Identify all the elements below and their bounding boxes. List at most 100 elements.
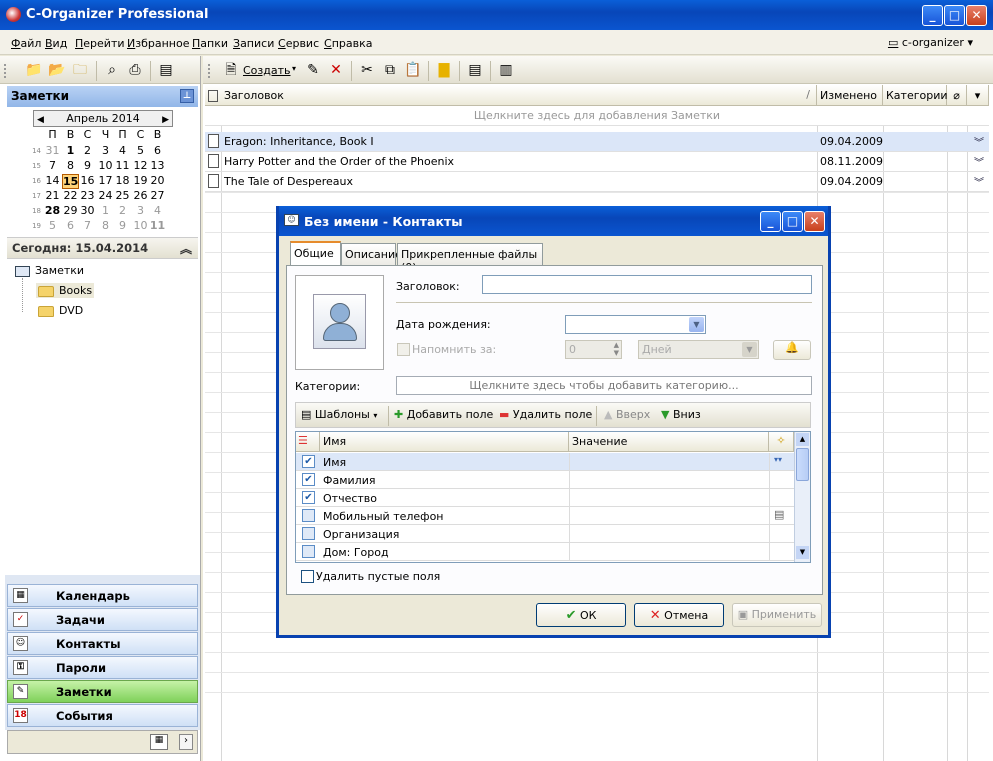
spinner-icon[interactable]: ▲ ▼: [614, 341, 619, 357]
calendar-day[interactable]: 20: [149, 174, 166, 187]
profile-selector[interactable]: ▭ c-organizer ▾: [888, 36, 973, 49]
minimize-button[interactable]: _: [922, 5, 943, 26]
calendar-day[interactable]: 16: [79, 174, 96, 187]
calendar-day[interactable]: 2: [79, 144, 96, 157]
calendar-day[interactable]: 7: [44, 159, 61, 172]
menu-help[interactable]: Справка: [324, 37, 372, 50]
view-options-icon[interactable]: ▥: [497, 61, 515, 79]
tree-item-books[interactable]: Books: [36, 283, 95, 298]
calendar-day[interactable]: 23: [79, 189, 96, 202]
calendar-day[interactable]: 2: [114, 204, 131, 217]
menu-file[interactable]: Файл: [11, 37, 41, 50]
sticky-note-icon[interactable]: ▇: [435, 61, 453, 79]
calendar-day[interactable]: 27: [149, 189, 166, 202]
calendar-day[interactable]: 3: [97, 144, 114, 157]
title-input[interactable]: [482, 275, 812, 294]
scroll-down-icon[interactable]: ▼: [796, 546, 809, 559]
fields-header-name[interactable]: Имя: [320, 432, 569, 452]
calendar-day[interactable]: 4: [114, 144, 131, 157]
tree-item-dvd[interactable]: DVD: [38, 304, 83, 317]
column-header-attachments[interactable]: ⌀: [947, 85, 967, 106]
scroll-thumb[interactable]: [796, 448, 809, 481]
delete-empty-checkbox[interactable]: [301, 570, 314, 583]
calendar-day[interactable]: 25: [114, 189, 131, 202]
field-row[interactable]: ✔ Имя ▾▾: [296, 453, 794, 471]
calendar-day[interactable]: 21: [44, 189, 61, 202]
field-row[interactable]: Мобильный телефон ▤: [296, 507, 794, 525]
field-row[interactable]: Дом: Город: [296, 543, 794, 561]
maximize-button[interactable]: □: [944, 5, 965, 26]
dialog-close-button[interactable]: ✕: [804, 211, 825, 232]
expand-nav-icon[interactable]: ›: [179, 734, 193, 750]
field-row[interactable]: ✔ Фамилия: [296, 471, 794, 489]
chevron-down-icon[interactable]: ▼: [689, 317, 704, 332]
menu-service[interactable]: Сервис: [278, 37, 319, 50]
configure-nav-icon[interactable]: ▦: [150, 734, 168, 750]
field-value-cell[interactable]: [570, 489, 769, 507]
field-checkbox[interactable]: ✔: [302, 473, 315, 486]
field-value-cell[interactable]: [570, 507, 769, 525]
calendar-day[interactable]: 22: [62, 189, 79, 202]
field-checkbox[interactable]: ✔: [302, 455, 315, 468]
fields-scrollbar[interactable]: ▲ ▼: [794, 432, 810, 562]
calendar-day[interactable]: 18: [114, 174, 131, 187]
calendar-day[interactable]: 10: [97, 159, 114, 172]
menu-go[interactable]: Перейти: [75, 37, 125, 50]
column-header-title[interactable]: Заголовок /: [205, 85, 817, 106]
calendar-day[interactable]: 1: [62, 144, 79, 157]
nav-tasks[interactable]: ✓ Задачи: [7, 608, 198, 631]
today-bar[interactable]: Сегодня: 15.04.2014 ︽: [7, 237, 198, 259]
calendar-day[interactable]: 8: [62, 159, 79, 172]
calendar-day[interactable]: 28: [44, 204, 61, 217]
field-checkbox[interactable]: ✔: [302, 491, 315, 504]
remove-field-button[interactable]: ▬ Удалить поле: [499, 408, 592, 421]
calendar-day[interactable]: 6: [149, 144, 166, 157]
field-checkbox[interactable]: [302, 509, 315, 522]
calendar-day[interactable]: 12: [132, 159, 149, 172]
calendar-day[interactable]: 5: [132, 144, 149, 157]
close-button[interactable]: ✕: [966, 5, 987, 26]
remind-checkbox[interactable]: [397, 343, 410, 356]
field-value-cell[interactable]: [570, 543, 769, 561]
expand-row-icon[interactable]: ︾: [974, 154, 984, 169]
templates-button[interactable]: ▤ Шаблоны ▾: [301, 408, 377, 421]
expand-row-icon[interactable]: ︾: [974, 134, 984, 149]
calendar-day[interactable]: 14: [44, 174, 61, 187]
phone-book-icon[interactable]: ▤: [774, 508, 784, 521]
collapse-icon[interactable]: ︽: [180, 240, 192, 257]
tab-attachments[interactable]: Прикрепленные файлы (0): [397, 243, 543, 274]
field-row[interactable]: Организация: [296, 525, 794, 543]
calendar-day[interactable]: 9: [114, 219, 131, 232]
nav-passwords[interactable]: ⚿ Пароли: [7, 656, 198, 679]
move-down-button[interactable]: ▼ Вниз: [661, 408, 701, 421]
calendar-day[interactable]: 11: [149, 219, 166, 232]
calendar-day[interactable]: 4: [149, 204, 166, 217]
note-row[interactable]: Eragon: Inheritance, Book I 09.04.2009 ︾: [205, 132, 989, 152]
nav-calendar[interactable]: ▦ Календарь: [7, 584, 198, 607]
new-folder-icon[interactable]: 📁: [25, 61, 43, 79]
column-header-categories[interactable]: Категории: [883, 85, 948, 106]
calendar-day[interactable]: 3: [132, 204, 149, 217]
prev-month-icon[interactable]: ◀: [37, 113, 44, 128]
add-field-button[interactable]: ✚ Добавить поле: [394, 408, 493, 421]
calendar-day[interactable]: 9: [79, 159, 96, 172]
field-type-dropdown-icon[interactable]: ▾▾: [774, 455, 782, 464]
print-icon[interactable]: ⎙: [126, 61, 144, 79]
calendar-day[interactable]: 13: [149, 159, 166, 172]
reminder-bell-button[interactable]: 🔔: [773, 340, 811, 360]
copy-icon[interactable]: ⧉: [381, 61, 399, 79]
tab-general[interactable]: Общие: [290, 241, 341, 265]
nav-notes[interactable]: ✎ Заметки: [7, 680, 198, 703]
nav-events[interactable]: 18 События: [7, 704, 198, 727]
note-row[interactable]: The Tale of Despereaux 09.04.2009 ︾: [205, 172, 989, 192]
calendar-day[interactable]: 19: [132, 174, 149, 187]
calendar-day[interactable]: 24: [97, 189, 114, 202]
calendar-day[interactable]: 26: [132, 189, 149, 202]
fields-header-wand[interactable]: ✧: [769, 432, 794, 452]
paste-icon[interactable]: 📋: [404, 61, 422, 79]
delete-icon[interactable]: ✕: [327, 61, 345, 79]
create-dropdown-icon[interactable]: ▾: [292, 64, 296, 73]
create-icon[interactable]: 🗎: [222, 61, 240, 79]
fields-header-value[interactable]: Значение: [569, 432, 769, 452]
dialog-titlebar[interactable]: ☺ Без имени - Контакты _ □ ✕: [279, 206, 828, 236]
